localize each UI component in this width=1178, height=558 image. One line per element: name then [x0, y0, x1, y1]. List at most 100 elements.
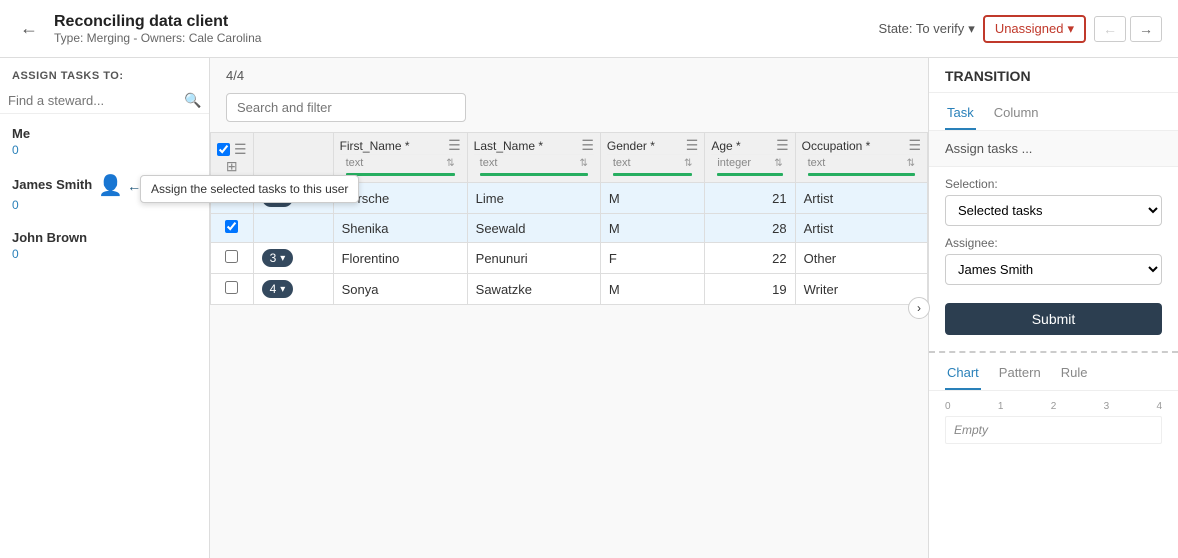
john-brown-label: John Brown	[12, 230, 197, 245]
table-row: 4 ▾ SonyaSawatzkeM19Writer	[211, 274, 928, 305]
row-checkbox[interactable]	[225, 281, 238, 294]
selection-label: Selection:	[945, 177, 1162, 191]
row-checkbox-cell[interactable]	[211, 214, 254, 243]
th-gender-menu[interactable]: ☰	[686, 137, 699, 154]
transition-tabs: Task Column	[929, 93, 1178, 131]
page-subtitle: Type: Merging - Owners: Cale Carolina	[54, 31, 261, 45]
chart-bar-area: Empty	[945, 416, 1162, 444]
row-occupation-cell: Other	[795, 243, 927, 274]
th-gender-type: text	[613, 157, 631, 169]
tab-rule[interactable]: Rule	[1059, 361, 1090, 390]
assign-tasks-to-label: ASSIGN TASKS TO:	[0, 66, 209, 88]
search-icon: 🔍	[184, 92, 201, 109]
th-first-name-type: text	[346, 157, 364, 169]
row-occupation-cell: Artist	[795, 183, 927, 214]
assign-tooltip: Assign the selected tasks to this user	[140, 175, 359, 203]
james-smith-row[interactable]: James Smith 👤 ← 0 Assign the selected ta…	[0, 167, 209, 218]
transition-header: TRANSITION	[929, 58, 1178, 93]
me-label: Me	[12, 126, 197, 141]
row-occupation-cell: Writer	[795, 274, 927, 305]
th-age-sort[interactable]: ⇅	[774, 158, 782, 169]
row-last_name-cell: Penunuri	[467, 243, 600, 274]
row-gender-cell: F	[600, 243, 704, 274]
th-first-name-sort[interactable]: ⇅	[446, 158, 454, 169]
th-gender-sort[interactable]: ⇅	[684, 158, 692, 169]
assignee-select[interactable]: James Smith Me John Brown	[945, 254, 1162, 285]
search-steward-bar[interactable]: 🔍	[0, 88, 209, 114]
th-gender-label: Gender *	[607, 139, 655, 153]
row-gender-cell: M	[600, 214, 704, 243]
assignee-label: Assignee:	[945, 236, 1162, 250]
th-last-name: Last_Name * ☰ text ⇅	[467, 133, 600, 183]
row-age-cell: 19	[705, 274, 795, 305]
nav-prev-button[interactable]: ←	[1094, 16, 1126, 42]
th-age: Age * ☰ integer ⇅	[705, 133, 795, 183]
james-smith-label: James Smith	[12, 177, 92, 192]
row-last_name-cell: Seewald	[467, 214, 600, 243]
back-button[interactable]: ←	[16, 14, 42, 43]
th-occupation-label: Occupation *	[802, 139, 871, 153]
row-checkbox[interactable]	[225, 220, 238, 233]
row-checkbox-cell[interactable]	[211, 274, 254, 305]
row-task-cell: 3 ▾	[253, 243, 333, 274]
th-last-name-menu[interactable]: ☰	[581, 137, 594, 154]
column-menu-icon[interactable]: ☰	[234, 141, 247, 158]
table-row: 3 ▾ FlorentinoPenunuriF22Other	[211, 243, 928, 274]
row-first_name-cell: Sonya	[333, 274, 467, 305]
task-badge[interactable]: 4 ▾	[262, 280, 294, 298]
record-count: 4/4	[210, 58, 928, 93]
row-age-cell: 22	[705, 243, 795, 274]
assign-arrow-icon: ←	[127, 178, 141, 194]
row-task-cell: 4 ▾	[253, 274, 333, 305]
th-occupation-type: text	[808, 157, 826, 169]
tab-task[interactable]: Task	[945, 101, 976, 130]
submit-button[interactable]: Submit	[945, 303, 1162, 335]
assign-to-user-icon[interactable]: 👤 ←	[98, 173, 141, 198]
row-age-cell: 28	[705, 214, 795, 243]
table-row: ShenikaSeewaldM28Artist	[211, 214, 928, 243]
selection-select[interactable]: Selected tasks All tasks My tasks	[945, 195, 1162, 226]
row-gender-cell: M	[600, 183, 704, 214]
row-last_name-cell: Sawatzke	[467, 274, 600, 305]
collapse-right-panel-button[interactable]: ›	[908, 297, 930, 319]
row-first_name-cell: Shenika	[333, 214, 467, 243]
row-checkbox[interactable]	[225, 250, 238, 263]
data-table: ☰ ⊞ F	[210, 132, 928, 305]
th-first-name-label: First_Name *	[340, 139, 410, 153]
chart-empty-label: Empty	[954, 423, 988, 437]
bottom-tabs: Chart Pattern Rule	[929, 353, 1178, 391]
row-age-cell: 21	[705, 183, 795, 214]
row-checkbox-cell[interactable]	[211, 243, 254, 274]
assign-tasks-section-label: Assign tasks ...	[929, 131, 1178, 167]
select-all-checkbox[interactable]	[217, 143, 230, 156]
state-label: State: To verify ▾	[879, 21, 975, 37]
th-last-name-type: text	[480, 157, 498, 169]
th-first-name-menu[interactable]: ☰	[448, 137, 461, 154]
tab-column[interactable]: Column	[992, 101, 1041, 130]
th-occupation-menu[interactable]: ☰	[908, 137, 921, 154]
unassigned-button[interactable]: Unassigned ▾	[983, 15, 1086, 43]
task-badge[interactable]: 3 ▾	[262, 249, 294, 267]
th-last-name-sort[interactable]: ⇅	[579, 158, 587, 169]
th-age-menu[interactable]: ☰	[776, 137, 789, 154]
row-occupation-cell: Artist	[795, 214, 927, 243]
page-title: Reconciling data client	[54, 13, 261, 31]
th-occupation: Occupation * ☰ text ⇅	[795, 133, 927, 183]
john-brown-count[interactable]: 0	[12, 247, 197, 261]
tab-pattern[interactable]: Pattern	[997, 361, 1043, 390]
row-first_name-cell: Florentino	[333, 243, 467, 274]
me-count[interactable]: 0	[12, 143, 197, 157]
chart-axis: 01234	[945, 401, 1162, 412]
th-last-name-label: Last_Name *	[474, 139, 543, 153]
th-age-type: integer	[717, 157, 751, 169]
grid-view-icon[interactable]: ⊞	[226, 158, 238, 174]
row-task-cell	[253, 214, 333, 243]
th-age-label: Age *	[711, 139, 740, 153]
row-gender-cell: M	[600, 274, 704, 305]
search-filter-input[interactable]	[226, 93, 466, 122]
nav-next-button[interactable]: →	[1130, 16, 1162, 42]
row-last_name-cell: Lime	[467, 183, 600, 214]
th-occupation-sort[interactable]: ⇅	[907, 158, 915, 169]
tab-chart[interactable]: Chart	[945, 361, 981, 390]
search-steward-input[interactable]	[8, 93, 184, 108]
